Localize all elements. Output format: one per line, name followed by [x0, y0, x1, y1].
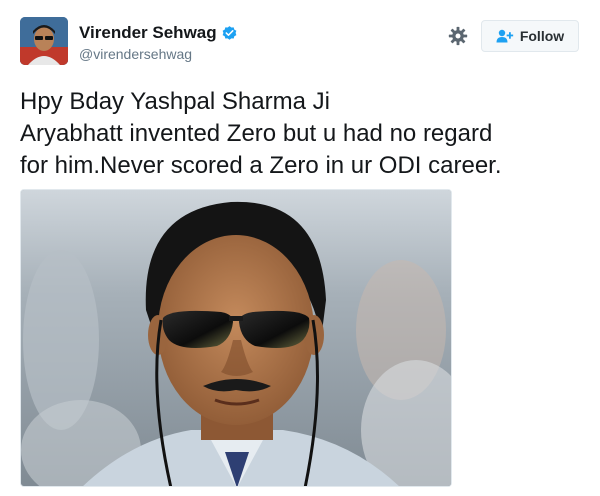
author-block: Virender Sehwag @virendersehwag [79, 22, 238, 62]
tweet-line: Aryabhatt invented Zero but u had no reg… [20, 120, 493, 147]
follow-button[interactable]: Follow [481, 20, 579, 52]
tweet-photo[interactable] [20, 189, 452, 487]
avatar[interactable] [20, 17, 68, 65]
author-handle[interactable]: @virendersehwag [79, 46, 238, 62]
tweet-card: Virender Sehwag @virendersehwag Follow H… [0, 0, 600, 496]
tweet-line: for him.Never scored a Zero in ur ODI ca… [20, 152, 502, 179]
gear-icon[interactable] [448, 26, 468, 46]
tweet-line: Hpy Bday Yashpal Sharma Ji [20, 88, 330, 115]
verified-badge-icon [222, 25, 237, 40]
follow-label: Follow [519, 28, 565, 44]
name-row: Virender Sehwag [79, 22, 238, 44]
author-name[interactable]: Virender Sehwag [79, 23, 217, 43]
add-user-icon [496, 29, 513, 43]
tweet-text: Hpy Bday Yashpal Sharma Ji Aryabhatt inv… [20, 86, 580, 182]
